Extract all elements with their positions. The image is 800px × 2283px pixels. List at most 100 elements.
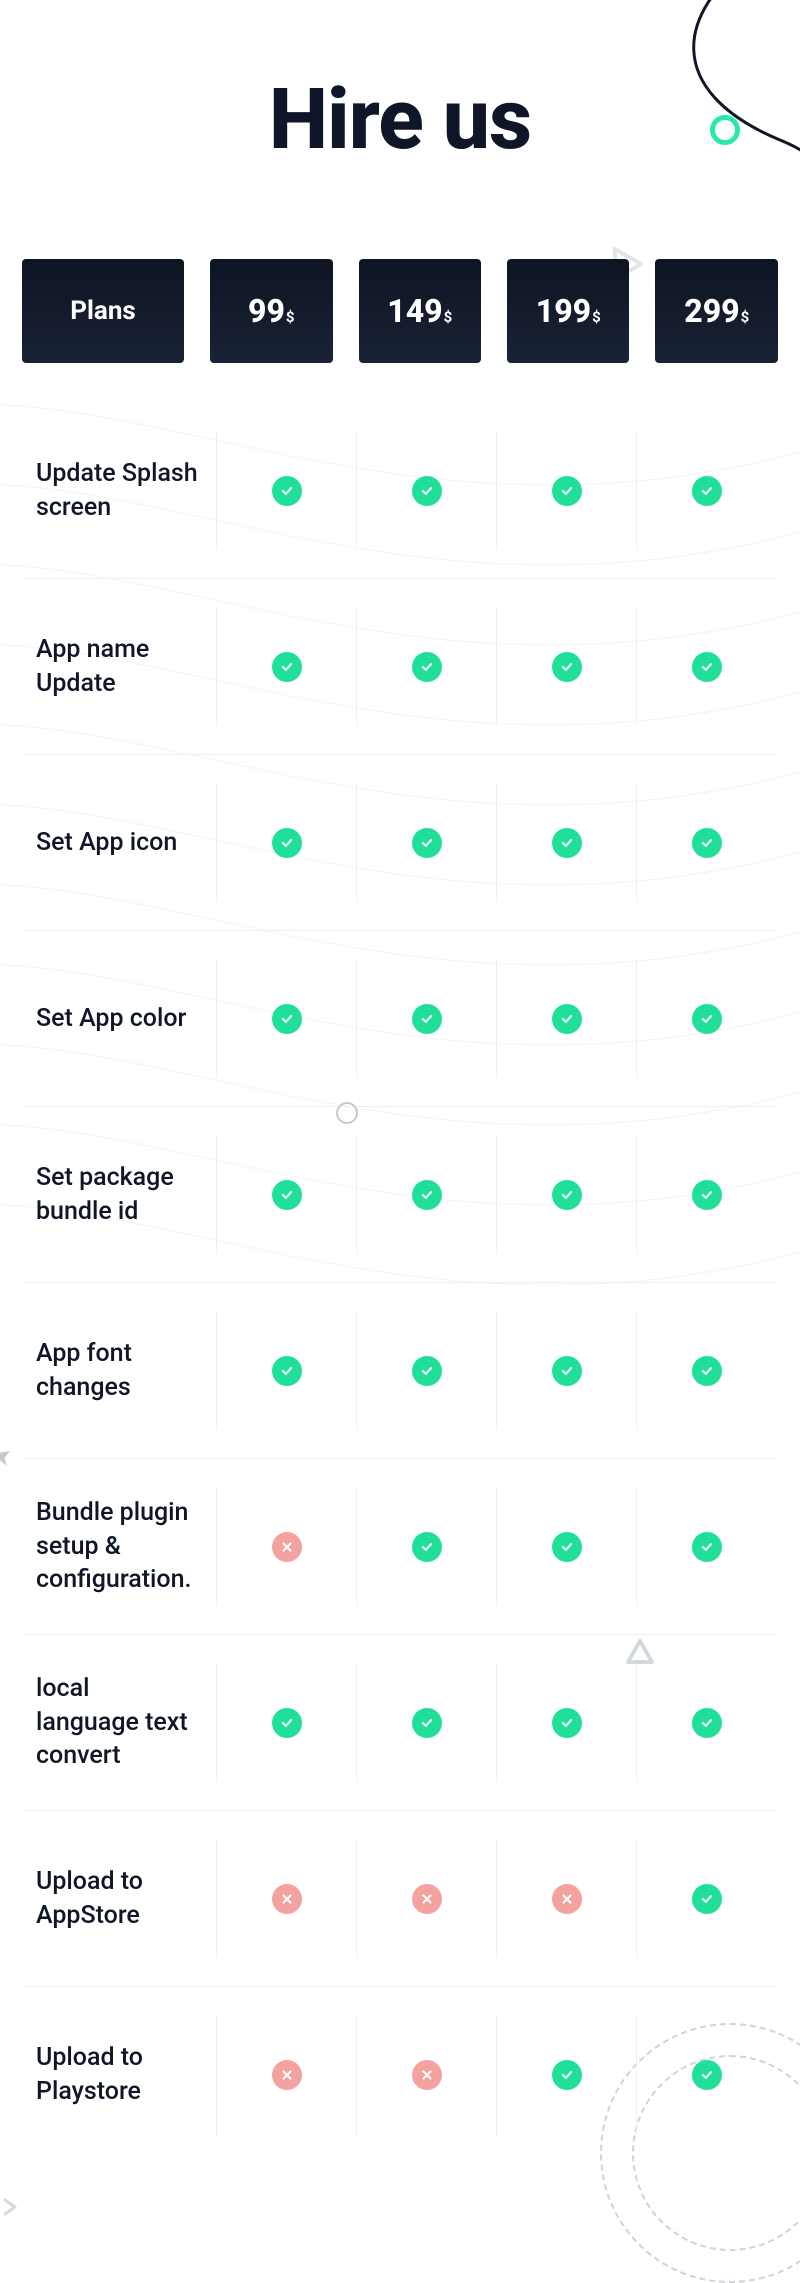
- check-icon: [552, 1004, 582, 1034]
- feature-mark-cell: [216, 783, 356, 902]
- check-icon: [692, 1004, 722, 1034]
- feature-label: Upload to AppStore: [22, 1865, 216, 1933]
- check-icon: [412, 652, 442, 682]
- check-icon: [692, 828, 722, 858]
- feature-row: Upload to AppStore: [22, 1811, 778, 1987]
- feature-mark-cell: [636, 607, 776, 726]
- check-icon: [692, 1708, 722, 1738]
- check-icon: [272, 476, 302, 506]
- page-title: Hire us: [0, 0, 800, 259]
- feature-mark-cell: [356, 431, 496, 550]
- feature-row: App font changes: [22, 1283, 778, 1459]
- feature-label: Bundle plugin setup & configuration.: [22, 1496, 216, 1597]
- feature-mark-cell: [356, 1311, 496, 1430]
- feature-row: Set App icon: [22, 755, 778, 931]
- feature-mark-cell: [216, 607, 356, 726]
- price-header-cell: 149$: [359, 259, 481, 363]
- feature-row: App name Update: [22, 579, 778, 755]
- feature-row: Update Splash screen: [22, 403, 778, 579]
- feature-mark-cell: [216, 1663, 356, 1782]
- feature-mark-cell: [496, 431, 636, 550]
- feature-label: Set App icon: [22, 826, 216, 860]
- feature-mark-cell: [356, 1487, 496, 1606]
- feature-row: Set App color: [22, 931, 778, 1107]
- check-icon: [692, 652, 722, 682]
- cross-icon: [412, 1884, 442, 1914]
- check-icon: [552, 2060, 582, 2090]
- feature-label: Update Splash screen: [22, 457, 216, 525]
- check-icon: [692, 1180, 722, 1210]
- feature-mark-cell: [496, 783, 636, 902]
- feature-row: Upload to Playstore: [22, 1987, 778, 2163]
- price-value: 149: [387, 292, 442, 330]
- check-icon: [412, 1180, 442, 1210]
- feature-mark-cell: [216, 1839, 356, 1958]
- check-icon: [552, 1180, 582, 1210]
- check-icon: [552, 476, 582, 506]
- feature-mark-cell: [356, 607, 496, 726]
- feature-mark-cell: [496, 959, 636, 1078]
- currency-symbol: $: [286, 308, 295, 326]
- feature-mark-cell: [496, 1487, 636, 1606]
- cross-icon: [272, 1532, 302, 1562]
- check-icon: [272, 1356, 302, 1386]
- price-header-cell: 299$: [655, 259, 777, 363]
- feature-label: App name Update: [22, 633, 216, 701]
- feature-label: Upload to Playstore: [22, 2041, 216, 2109]
- check-icon: [692, 476, 722, 506]
- feature-mark-cell: [356, 783, 496, 902]
- feature-mark-cell: [216, 1487, 356, 1606]
- feature-label: local language text convert: [22, 1672, 216, 1773]
- feature-mark-cell: [496, 1663, 636, 1782]
- feature-mark-cell: [636, 1311, 776, 1430]
- feature-mark-cell: [636, 2015, 776, 2135]
- feature-mark-cell: [356, 1663, 496, 1782]
- feature-mark-cell: [636, 1135, 776, 1254]
- check-icon: [552, 1708, 582, 1738]
- check-icon: [412, 1004, 442, 1034]
- currency-symbol: $: [444, 308, 453, 326]
- pricing-table: Plans 99$ 149$ 199$ 299$ Update Splash s…: [0, 259, 800, 2223]
- feature-mark-cell: [356, 959, 496, 1078]
- feature-mark-cell: [496, 1839, 636, 1958]
- feature-label: Set App color: [22, 1002, 216, 1036]
- cross-icon: [272, 2060, 302, 2090]
- feature-mark-cell: [496, 1135, 636, 1254]
- currency-symbol: $: [592, 308, 601, 326]
- feature-mark-cell: [356, 1135, 496, 1254]
- feature-mark-cell: [636, 783, 776, 902]
- feature-mark-cell: [496, 1311, 636, 1430]
- check-icon: [412, 1708, 442, 1738]
- check-icon: [272, 1708, 302, 1738]
- pricing-body-rows: Update Splash screen App name Update Set A…: [22, 403, 778, 2163]
- feature-mark-cell: [216, 1311, 356, 1430]
- currency-symbol: $: [741, 308, 750, 326]
- feature-label: App font changes: [22, 1337, 216, 1405]
- check-icon: [272, 828, 302, 858]
- feature-row: Set package bundle id: [22, 1107, 778, 1283]
- feature-mark-cell: [636, 1663, 776, 1782]
- price-value: 199: [536, 292, 591, 330]
- cross-icon: [552, 1884, 582, 1914]
- check-icon: [552, 828, 582, 858]
- check-icon: [272, 652, 302, 682]
- check-icon: [272, 1180, 302, 1210]
- cross-icon: [412, 2060, 442, 2090]
- feature-mark-cell: [636, 959, 776, 1078]
- cross-icon: [272, 1884, 302, 1914]
- feature-mark-cell: [216, 431, 356, 550]
- price-value: 299: [684, 292, 739, 330]
- feature-label: Set package bundle id: [22, 1161, 216, 1229]
- feature-mark-cell: [636, 1839, 776, 1958]
- check-icon: [272, 1004, 302, 1034]
- check-icon: [552, 652, 582, 682]
- feature-mark-cell: [216, 1135, 356, 1254]
- feature-mark-cell: [216, 959, 356, 1078]
- feature-mark-cell: [636, 431, 776, 550]
- pricing-header-row: Plans 99$ 149$ 199$ 299$: [22, 259, 778, 363]
- price-header-cell: 99$: [210, 259, 332, 363]
- feature-mark-cell: [356, 2015, 496, 2135]
- check-icon: [692, 1356, 722, 1386]
- price-value: 99: [248, 292, 285, 330]
- price-header-cell: 199$: [507, 259, 629, 363]
